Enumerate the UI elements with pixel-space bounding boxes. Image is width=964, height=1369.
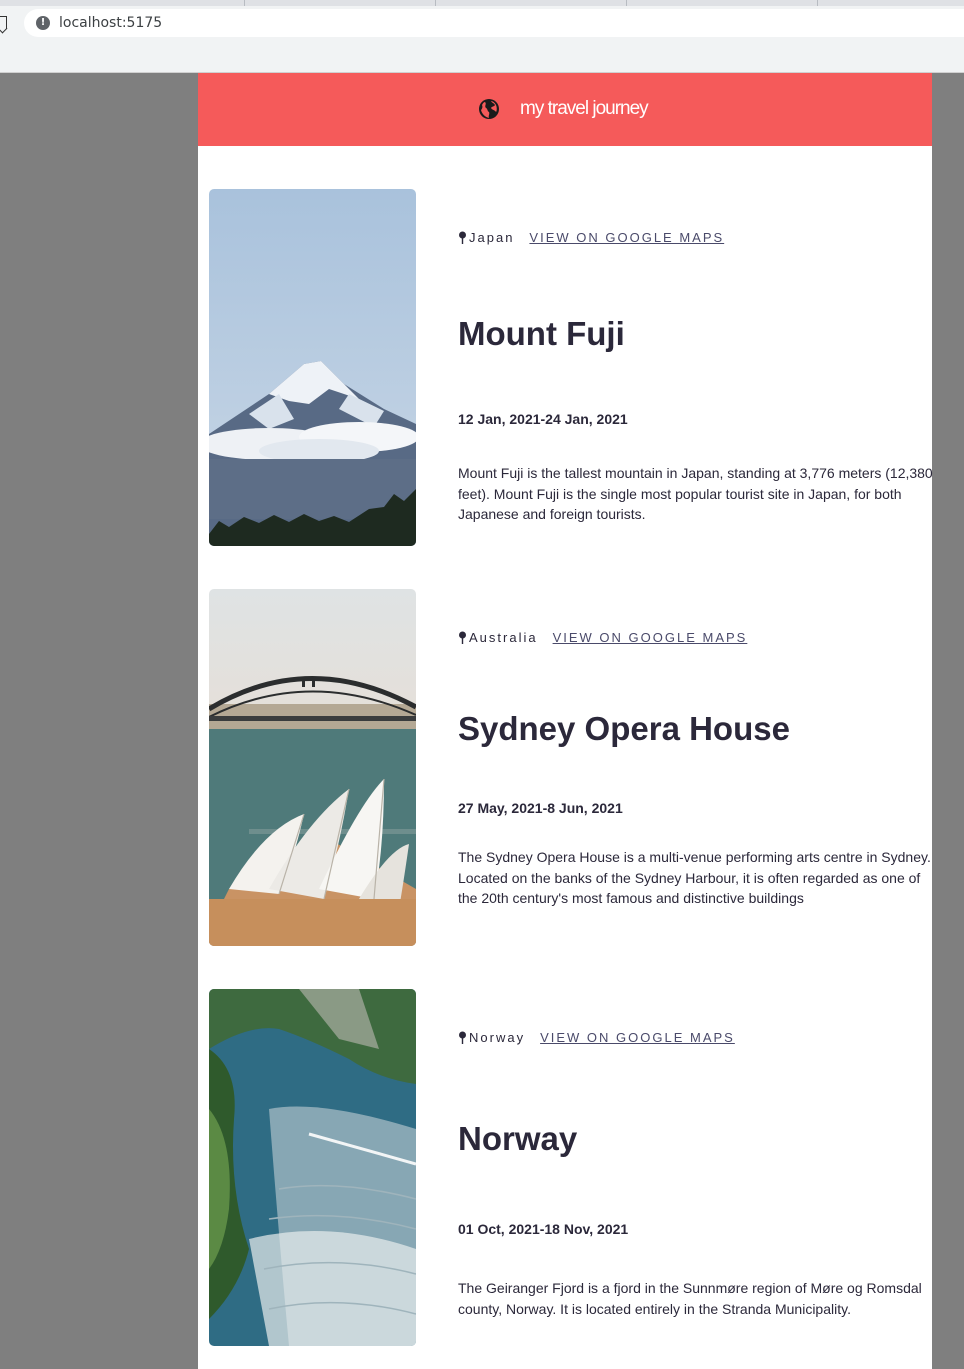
entry-title: Sydney Opera House	[458, 710, 790, 747]
location-pin-icon	[459, 231, 466, 244]
location-pin-icon	[459, 631, 466, 644]
entry-location: Japan VIEW ON GOOGLE MAPS	[458, 230, 724, 245]
entry-title: Mount Fuji	[458, 315, 625, 352]
url-text[interactable]: localhost:5175	[59, 15, 162, 31]
view-on-google-maps-link[interactable]: VIEW ON GOOGLE MAPS	[529, 230, 724, 245]
entry-description: The Sydney Opera House is a multi-venue …	[458, 849, 931, 906]
site-info-icon[interactable]: !	[36, 16, 50, 30]
entry-photo-mount-fuji	[209, 189, 416, 546]
entry-location-name: Norway	[469, 1030, 526, 1045]
journal-entry: Japan VIEW ON GOOGLE MAPS Mount Fuji 12 …	[209, 189, 933, 546]
entry-photo-sydney-opera-house	[209, 589, 416, 946]
entry-photo-norway	[209, 989, 416, 1346]
browser-toolbar: ! localhost:5175	[0, 6, 964, 73]
entry-description: The Geiranger Fjord is a fjord in the Su…	[458, 1280, 922, 1317]
address-bar[interactable]: ! localhost:5175	[24, 9, 964, 37]
app-container: my travel journey Japan VIEW ON GOOGLE M…	[198, 73, 933, 1369]
view-on-google-maps-link[interactable]: VIEW ON GOOGLE MAPS	[540, 1030, 735, 1045]
entry-dates: 12 Jan, 2021-24 Jan, 2021	[458, 411, 628, 427]
entry-title: Norway	[458, 1120, 578, 1157]
journal-entry: Australia VIEW ON GOOGLE MAPS Sydney Ope…	[209, 589, 931, 946]
entry-location-name: Japan	[469, 230, 515, 245]
journal-entry: Norway VIEW ON GOOGLE MAPS Norway 01 Oct…	[209, 989, 929, 1346]
entry-location: Norway VIEW ON GOOGLE MAPS	[458, 1030, 735, 1045]
header-title: my travel journey	[520, 98, 649, 119]
bookmark-icon[interactable]	[0, 16, 7, 29]
header: my travel journey	[198, 73, 932, 146]
location-pin-icon	[459, 1031, 466, 1044]
entry-dates: 27 May, 2021-8 Jun, 2021	[458, 800, 623, 816]
view-on-google-maps-link[interactable]: VIEW ON GOOGLE MAPS	[553, 630, 748, 645]
entry-dates: 01 Oct, 2021-18 Nov, 2021	[458, 1221, 629, 1237]
entry-location: Australia VIEW ON GOOGLE MAPS	[458, 630, 747, 645]
globe-icon	[479, 99, 499, 119]
entry-location-name: Australia	[469, 630, 538, 645]
entry-description: Mount Fuji is the tallest mountain in Ja…	[458, 465, 933, 522]
